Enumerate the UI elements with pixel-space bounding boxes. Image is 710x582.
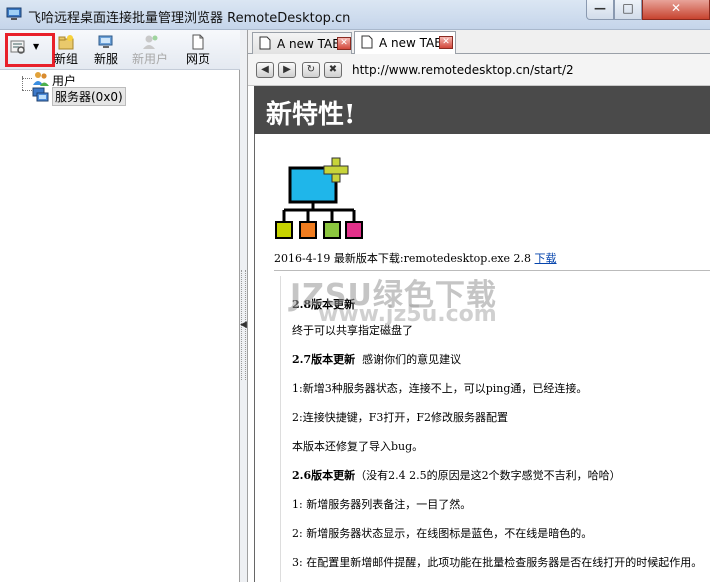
web-page-icon	[192, 34, 204, 50]
tab-2[interactable]: A new TAB ✕	[354, 31, 456, 54]
window-title: 飞哈远程桌面连接批量管理浏览器 RemoteDesktop.cn	[28, 11, 351, 26]
chevron-down-icon[interactable]: ▼	[33, 42, 39, 51]
refresh-button[interactable]: ↻	[302, 62, 320, 78]
new-user-button[interactable]: 新用户	[130, 32, 170, 68]
close-icon: ✕	[670, 1, 682, 15]
maximize-icon: □	[622, 1, 634, 15]
close-window-button[interactable]: ✕	[642, 0, 710, 20]
users-icon	[33, 72, 49, 86]
document-icon	[361, 35, 373, 49]
back-button[interactable]: ◀	[256, 62, 274, 78]
new-server-label: 新服	[93, 52, 118, 66]
new-server-button[interactable]: 新服	[86, 32, 126, 68]
new-group-button[interactable]: 新组	[46, 32, 86, 68]
note-v27-line3: 本版本还修复了导入bug。	[292, 440, 424, 453]
tab-2-label: A new TAB	[379, 36, 443, 50]
tree-connector	[22, 78, 32, 79]
app-icon	[6, 7, 22, 20]
minimize-button[interactable]: —	[586, 0, 614, 20]
new-group-icon	[58, 35, 74, 50]
tab-1-label: A new TAB	[277, 37, 341, 51]
stop-button[interactable]: ✖	[324, 62, 342, 78]
download-link[interactable]: 下载	[535, 252, 557, 265]
view-menu-icon[interactable]	[10, 39, 26, 55]
title-bar: 飞哈远程桌面连接批量管理浏览器 RemoteDesktop.cn — □ ✕	[0, 0, 710, 30]
minimize-icon: —	[594, 1, 606, 15]
navigation-bar: ◀ ▶ ↻ ✖ http://www.remotedesktop.cn/star…	[248, 54, 710, 86]
maximize-button[interactable]: □	[614, 0, 642, 20]
tab-1[interactable]: A new TAB ✕	[252, 32, 352, 54]
note-v27-title: 2.7版本更新 感谢你们的意见建议	[292, 353, 462, 366]
note-v27-line2: 2:连接快捷键，F3打开，F2修改服务器配置	[292, 411, 508, 424]
new-user-icon	[143, 35, 158, 49]
note-v26-title: 2.6版本更新（没有2.4 2.5的原因是这2个数字感觉不吉利，哈哈）	[292, 469, 621, 482]
divider	[280, 276, 281, 582]
close-tab-icon[interactable]: ✕	[337, 37, 351, 50]
new-server-icon	[98, 35, 113, 48]
page-title: 新特性!	[266, 100, 356, 130]
tree-connector	[22, 90, 32, 91]
note-v26-line2: 2: 新增服务器状态显示，在线图标是蓝色，不在线是暗色的。	[292, 527, 593, 540]
release-info: 2016-4-19 最新版本下载:remotedesktop.exe 2.8 下…	[274, 250, 557, 266]
web-content: 新特性! 2016-4-19 最新版本下载:remotedesktop.exe …	[248, 86, 710, 582]
network-logo-icon	[275, 157, 363, 239]
new-group-label: 新组	[53, 52, 78, 66]
watermark-url: www.jz5u.com	[318, 302, 497, 327]
close-tab-icon[interactable]: ✕	[439, 36, 453, 49]
web-page-button[interactable]: 网页	[178, 32, 218, 68]
note-v26-line1: 1: 新增服务器列表备注，一目了然。	[292, 498, 472, 511]
forward-button[interactable]: ▶	[278, 62, 296, 78]
release-text: 2016-4-19 最新版本下载:remotedesktop.exe 2.8	[274, 252, 532, 265]
left-toolbar: ▼ 新组 新服 新用户 网页	[0, 30, 240, 70]
pane-splitter[interactable]: ◀	[240, 30, 248, 582]
new-user-label: 新用户	[131, 52, 168, 66]
note-v27-line1: 1:新增3种服务器状态，连接不上，可以ping通，已经连接。	[292, 382, 588, 395]
web-page-label: 网页	[185, 52, 210, 66]
collapse-left-icon[interactable]: ◀	[240, 320, 247, 330]
tab-strip: A new TAB ✕ A new TAB ✕	[248, 30, 710, 54]
document-icon	[259, 36, 271, 50]
tree-node-servers-label: 服务器(0x0)	[52, 87, 126, 106]
servers-icon	[32, 87, 49, 102]
page-header: 新特性!	[254, 86, 710, 134]
left-pane: ▼ 新组 新服 新用户 网页 用户 服务器(0x0)	[0, 30, 240, 582]
content-border	[254, 134, 255, 582]
address-bar[interactable]: http://www.remotedesktop.cn/start/2	[352, 63, 574, 77]
note-v26-line3: 3: 在配置里新增邮件提醒，此项功能在批量检查服务器是否在线打开的时候起作用。	[292, 556, 703, 569]
